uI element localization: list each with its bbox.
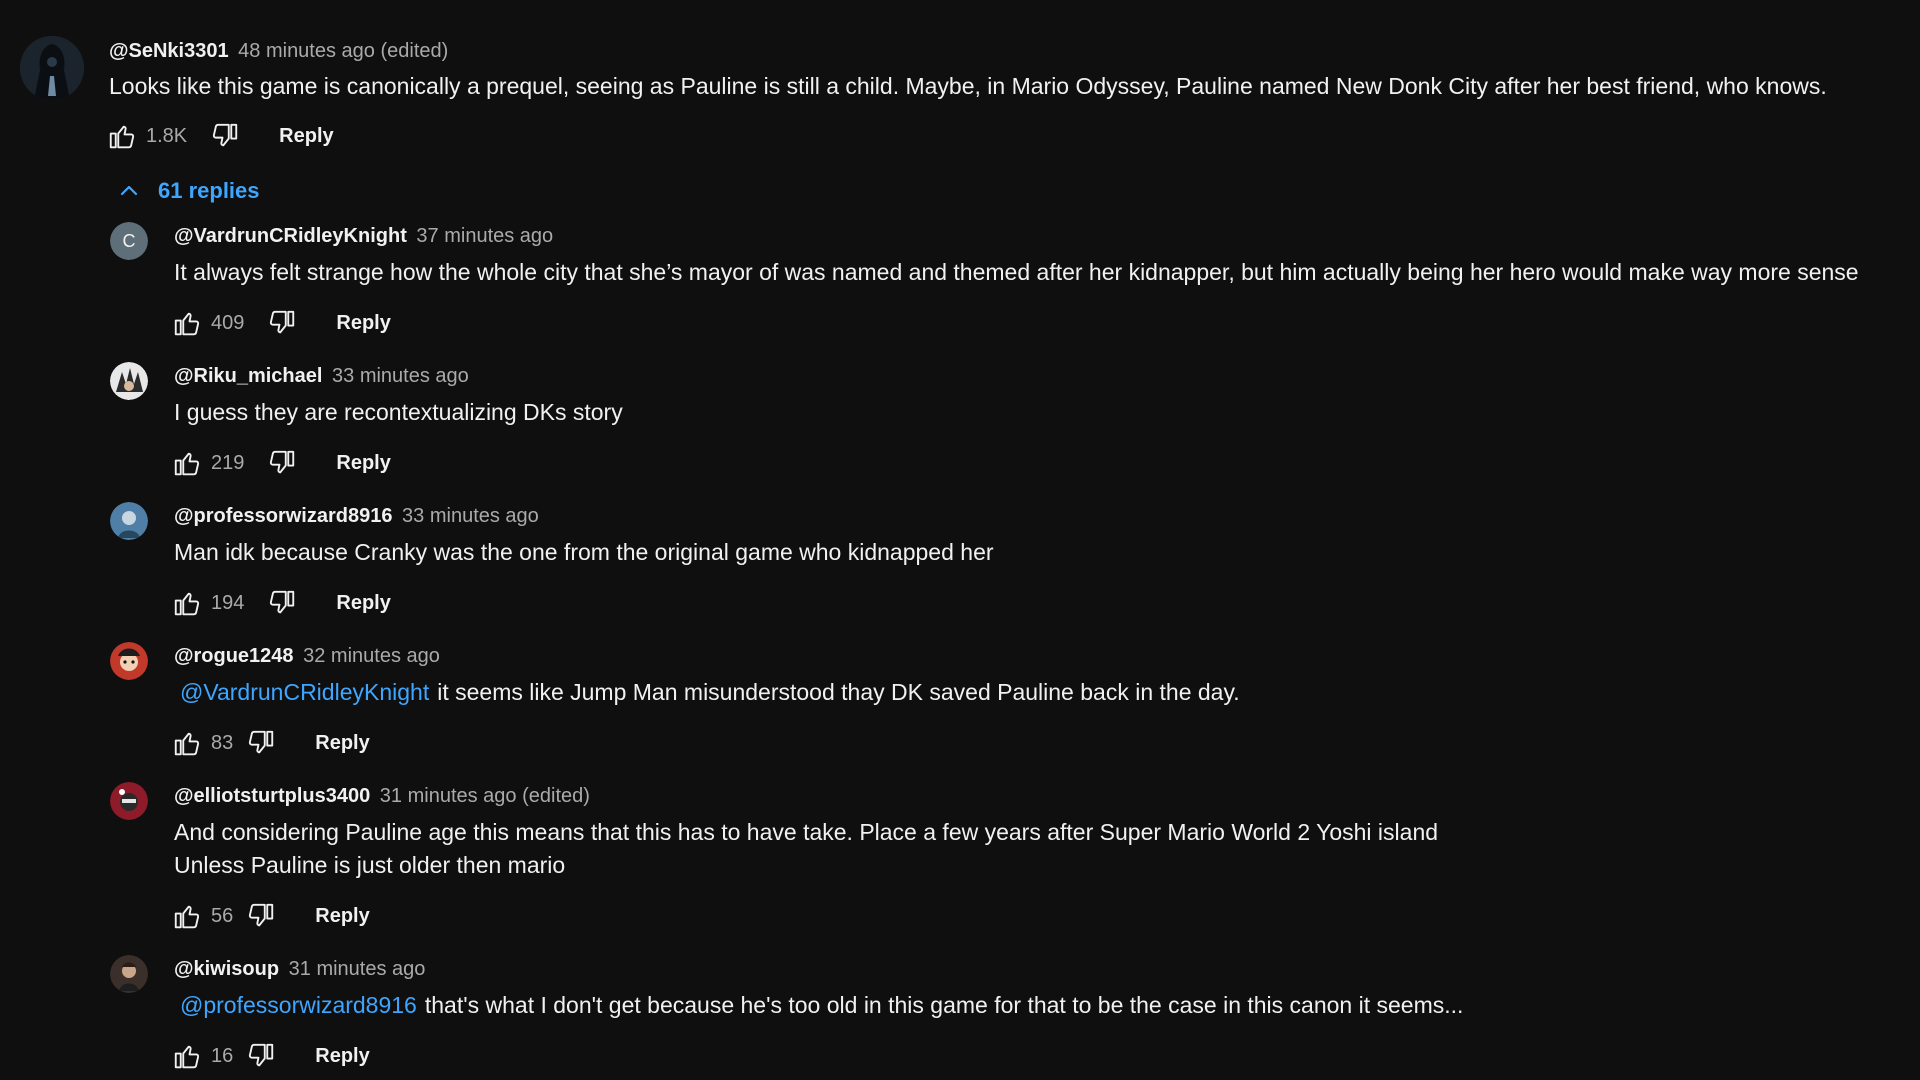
reply-actions: 56 Reply (167, 896, 384, 936)
dislike-button[interactable] (262, 443, 302, 483)
like-button[interactable] (167, 723, 207, 763)
comment-timestamp[interactable]: 48 minutes ago (edited) (238, 40, 448, 62)
masked-character-avatar-icon (110, 782, 148, 820)
comment-text: Looks like this game is canonically a pr… (109, 73, 1827, 99)
letter-avatar-icon: C (110, 222, 148, 260)
wizard-avatar-icon (110, 502, 148, 540)
like-button[interactable] (167, 896, 207, 936)
dislike-button[interactable] (241, 1036, 281, 1076)
avatar[interactable] (20, 36, 84, 100)
thumbs-up-icon (174, 1045, 200, 1069)
person-photo-avatar-icon (110, 955, 148, 993)
hooded-figure-icon (20, 36, 84, 100)
replies-count-label: 61 replies (158, 178, 260, 203)
reply-timestamp[interactable]: 33 minutes ago (332, 365, 469, 387)
like-count: 219 (211, 451, 245, 474)
reply-timestamp[interactable]: 32 minutes ago (303, 645, 440, 667)
chevron-up-icon (114, 176, 144, 206)
dislike-button[interactable] (241, 723, 281, 763)
dislike-button[interactable] (241, 896, 281, 936)
thumbs-down-icon (249, 1043, 274, 1067)
mention-link[interactable]: @professorwizard8916 (180, 992, 417, 1018)
reply-button[interactable]: Reply (301, 899, 383, 934)
like-button[interactable] (167, 443, 207, 483)
reply-text-body: that's what I don't get because he's too… (424, 992, 1464, 1018)
reply-button[interactable]: Reply (322, 586, 404, 621)
reply-actions: 219 Reply (167, 443, 405, 483)
like-button[interactable] (102, 116, 142, 156)
thumbs-up-icon (109, 125, 135, 149)
reply-actions: 194 Reply (167, 583, 405, 623)
reply-author[interactable]: @kiwisoup (174, 958, 279, 980)
replies-toggle[interactable]: 61 replies (114, 176, 260, 206)
like-count: 83 (211, 731, 234, 754)
reply-text: @VardrunCRidleyKnight it seems like Jump … (174, 676, 1240, 709)
reply-timestamp[interactable]: 33 minutes ago (402, 505, 539, 527)
like-button[interactable] (167, 1036, 207, 1076)
reply-timestamp[interactable]: 31 minutes ago (289, 958, 426, 980)
comment-author[interactable]: @SeNki3301 (109, 40, 229, 62)
reply-button[interactable]: Reply (301, 1039, 383, 1074)
thumbs-up-icon (174, 592, 200, 616)
thumbs-up-icon (174, 452, 200, 476)
reply-timestamp[interactable]: 31 minutes ago (edited) (380, 785, 590, 807)
thumbs-down-icon (270, 590, 295, 614)
comment-actions: 1.8K Reply (102, 116, 348, 156)
comments-page: @SeNki3301 48 minutes ago (edited) Looks… (0, 0, 1920, 1080)
reply-author[interactable]: @rogue1248 (174, 645, 294, 667)
reply-text: Man idk because Cranky was the one from … (174, 539, 994, 565)
avatar[interactable] (110, 362, 148, 400)
reply-button[interactable]: Reply (322, 446, 404, 481)
reply-timestamp[interactable]: 37 minutes ago (416, 225, 553, 247)
avatar[interactable] (110, 782, 148, 820)
avatar[interactable] (110, 955, 148, 993)
like-count: 1.8K (146, 124, 188, 147)
red-character-avatar-icon (110, 642, 148, 680)
like-button[interactable] (167, 583, 207, 623)
thumbs-down-icon (249, 730, 274, 754)
mention-link[interactable]: @VardrunCRidleyKnight (180, 679, 429, 705)
reply-actions: 409 Reply (167, 303, 405, 343)
thumbs-up-icon (174, 732, 200, 756)
like-count: 409 (211, 311, 245, 334)
reply-button[interactable]: Reply (265, 119, 347, 154)
thumbs-down-icon (213, 123, 238, 147)
thumbs-down-icon (249, 903, 274, 927)
reply-author[interactable]: @Riku_michael (174, 365, 322, 387)
like-count: 16 (211, 1044, 234, 1067)
reply-text: It always felt strange how the whole cit… (174, 259, 1859, 285)
reply-text: @professorwizard8916 that's what I don't … (174, 989, 1463, 1022)
avatar[interactable]: C (110, 222, 148, 260)
reply-actions: 83 Reply (167, 723, 384, 763)
like-count: 56 (211, 904, 234, 927)
thumbs-down-icon (270, 310, 295, 334)
avatar[interactable] (110, 502, 148, 540)
dislike-button[interactable] (262, 303, 302, 343)
dislike-button[interactable] (205, 116, 245, 156)
anime-character-avatar-icon (110, 362, 148, 400)
like-count: 194 (211, 591, 245, 614)
reply-text: And considering Pauline age this means t… (174, 819, 1439, 845)
reply-button[interactable]: Reply (322, 306, 404, 341)
reply-text: I guess they are recontextualizing DKs s… (174, 399, 623, 425)
reply-author[interactable]: @professorwizard8916 (174, 505, 392, 527)
reply-text-body: it seems like Jump Man misunderstood tha… (437, 679, 1240, 705)
reply-author[interactable]: @VardrunCRidleyKnight (174, 225, 407, 247)
dislike-button[interactable] (262, 583, 302, 623)
like-button[interactable] (167, 303, 207, 343)
reply-text-line-2: Unless Pauline is just older then mario (174, 852, 566, 878)
avatar-letter: C (123, 231, 136, 251)
avatar[interactable] (110, 642, 148, 680)
thumbs-up-icon (174, 312, 200, 336)
thumbs-down-icon (270, 450, 295, 474)
reply-button[interactable]: Reply (301, 726, 383, 761)
thumbs-up-icon (174, 905, 200, 929)
reply-actions: 16 Reply (167, 1036, 384, 1076)
reply-author[interactable]: @elliotsturtplus3400 (174, 785, 370, 807)
